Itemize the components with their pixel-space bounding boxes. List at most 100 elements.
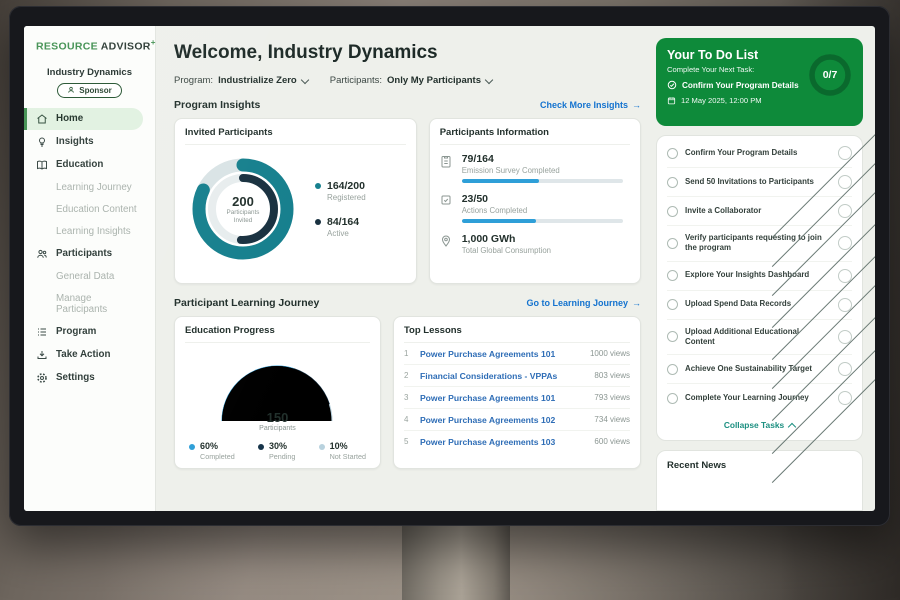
task-chevron-button[interactable]	[838, 175, 852, 189]
sidebar-item-label: Participants	[56, 248, 112, 259]
global-consumption-row: 1,000 GWh Total Global Consumption	[440, 225, 630, 261]
task-item[interactable]: Confirm Your Program Details	[667, 139, 852, 168]
page-title: Welcome, Industry Dynamics	[174, 42, 641, 64]
emission-survey-progress-bar	[462, 179, 624, 183]
sidebar-nav: Home Insights Education Learning Journey…	[24, 108, 155, 389]
program-dropdown-label: Program:	[174, 75, 213, 86]
check-more-insights-link[interactable]: Check More Insights →	[540, 100, 641, 110]
participants-dropdown[interactable]: Participants: Only My Participants	[330, 75, 492, 86]
card-title: Participants Information	[440, 127, 630, 145]
go-to-learning-journey-link[interactable]: Go to Learning Journey →	[526, 298, 641, 308]
task-checkbox[interactable]	[667, 206, 678, 217]
task-chevron-button[interactable]	[838, 391, 852, 405]
task-chevron-button[interactable]	[838, 269, 852, 283]
download-icon	[36, 349, 48, 361]
filters-row: Program: Industrialize Zero Participants…	[174, 75, 641, 86]
legend-dot	[315, 219, 321, 225]
legend-dot	[315, 183, 321, 189]
donut-center-label: 200 Participants Invited	[185, 151, 301, 267]
sidebar-item-take-action[interactable]: Take Action	[24, 344, 155, 366]
emission-survey-row: 79/164 Emission Survey Completed	[440, 145, 630, 185]
task-checkbox[interactable]	[667, 393, 678, 404]
calendar-icon	[667, 96, 676, 105]
task-chevron-button[interactable]	[838, 146, 852, 160]
recent-news-card: Recent News	[656, 450, 863, 511]
sidebar-item-label: Education Content	[56, 204, 137, 215]
insights-cards-row: Invited Participants 200 Participants In…	[174, 118, 641, 284]
section-title: Program Insights	[174, 99, 260, 111]
book-icon	[36, 159, 48, 171]
sidebar-item-settings[interactable]: Settings	[24, 367, 155, 389]
program-dropdown-value: Industrialize Zero	[218, 75, 297, 86]
logo-plus: +	[151, 38, 156, 47]
card-title: Invited Participants	[185, 127, 406, 145]
legend-dot	[258, 444, 264, 450]
link-label: Go to Learning Journey	[526, 298, 628, 308]
sidebar-item-general-data[interactable]: General Data	[24, 266, 155, 287]
legend-dot	[319, 444, 325, 450]
invited-participants-donut-chart: 200 Participants Invited	[185, 151, 301, 267]
lesson-link[interactable]: Power Purchase Agreements 102	[420, 415, 586, 425]
task-checkbox[interactable]	[667, 148, 678, 159]
sidebar-item-program[interactable]: Program	[24, 321, 155, 343]
lesson-row: 1 Power Purchase Agreements 101 1000 vie…	[404, 343, 630, 365]
monitor-frame: RESOURCE ADVISOR+ Industry Dynamics Spon…	[9, 6, 890, 526]
lightbulb-icon	[36, 136, 48, 148]
sidebar-item-label: Insights	[56, 136, 94, 147]
legend-item-not-started: 10% Not Started	[319, 441, 366, 461]
task-checkbox[interactable]	[667, 299, 678, 310]
sidebar-item-education[interactable]: Education	[24, 154, 155, 176]
task-checkbox[interactable]	[667, 177, 678, 188]
recent-news-title: Recent News	[667, 460, 852, 471]
learning-cards-row: Education Progress 150 Participants	[174, 316, 641, 469]
lesson-link[interactable]: Power Purchase Agreements 101	[420, 349, 582, 359]
task-chevron-button[interactable]	[838, 298, 852, 312]
dashboard-screen: RESOURCE ADVISOR+ Industry Dynamics Spon…	[24, 26, 875, 511]
lesson-row: 4 Power Purchase Agreements 102 734 view…	[404, 409, 630, 431]
list-icon	[36, 326, 48, 338]
lesson-link[interactable]: Power Purchase Agreements 101	[420, 393, 586, 403]
task-chevron-button[interactable]	[838, 204, 852, 218]
education-progress-gauge-chart: 150 Participants	[202, 347, 352, 434]
task-chevron-button[interactable]	[838, 330, 852, 344]
task-list-card: Confirm Your Program Details Send 50 Inv…	[656, 135, 863, 441]
sidebar-item-insights[interactable]: Insights	[24, 131, 155, 153]
chevron-down-icon	[300, 75, 308, 83]
task-chevron-button[interactable]	[838, 236, 852, 250]
task-checkbox[interactable]	[667, 270, 678, 281]
sidebar-item-label: Settings	[56, 372, 95, 383]
invited-participants-card: Invited Participants 200 Participants In…	[174, 118, 417, 284]
sponsor-badge-label: Sponsor	[79, 86, 111, 95]
top-lessons-card: Top Lessons 1 Power Purchase Agreements …	[393, 316, 641, 469]
actions-progress-bar	[462, 219, 624, 223]
task-checkbox[interactable]	[667, 331, 678, 342]
lesson-link[interactable]: Financial Considerations - VPPAs	[420, 371, 586, 381]
lesson-link[interactable]: Power Purchase Agreements 103	[420, 437, 586, 447]
sidebar-item-participants[interactable]: Participants	[24, 243, 155, 265]
logo-part2: ADVISOR	[101, 41, 151, 53]
program-dropdown[interactable]: Program: Industrialize Zero	[174, 75, 308, 86]
arrow-right-icon: →	[632, 298, 641, 308]
lesson-row: 2 Financial Considerations - VPPAs 803 v…	[404, 365, 630, 387]
task-chevron-button[interactable]	[838, 362, 852, 376]
participants-dropdown-label: Participants:	[330, 75, 382, 86]
logo-part1: RESOURCE	[36, 41, 98, 53]
section-title: Participant Learning Journey	[174, 297, 319, 309]
sidebar-item-learning-insights[interactable]: Learning Insights	[24, 221, 155, 242]
sidebar: RESOURCE ADVISOR+ Industry Dynamics Spon…	[24, 26, 156, 511]
sidebar-item-manage-participants[interactable]: Manage Participants	[24, 288, 155, 320]
home-icon	[36, 113, 48, 125]
sidebar-item-learning-journey[interactable]: Learning Journey	[24, 177, 155, 198]
person-icon	[67, 86, 75, 94]
card-title: Top Lessons	[404, 325, 630, 343]
task-checkbox[interactable]	[667, 238, 678, 249]
chevron-down-icon	[485, 75, 493, 83]
sidebar-item-education-content[interactable]: Education Content	[24, 199, 155, 220]
next-task-label: Confirm Your Program Details	[682, 81, 799, 90]
task-checkbox[interactable]	[667, 364, 678, 375]
clipboard-icon	[440, 154, 452, 168]
sponsor-badge[interactable]: Sponsor	[57, 83, 121, 98]
people-icon	[36, 248, 48, 260]
due-date-label: 12 May 2025, 12:00 PM	[681, 96, 762, 105]
sidebar-item-home[interactable]: Home	[24, 108, 143, 130]
